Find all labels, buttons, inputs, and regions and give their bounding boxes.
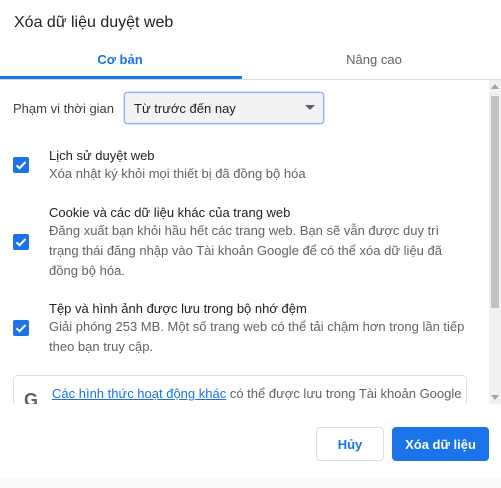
chevron-down-icon bbox=[305, 105, 315, 110]
footer-divider bbox=[0, 404, 501, 405]
time-range-label: Phạm vi thời gian bbox=[13, 101, 115, 116]
account-notice-text: Các hình thức hoạt động khác có thể được… bbox=[52, 386, 462, 401]
scroll-down-arrow-icon[interactable] bbox=[491, 395, 499, 400]
browsing-history-checkbox[interactable] bbox=[13, 157, 29, 173]
content-scrollbar[interactable] bbox=[489, 80, 501, 404]
account-activity-notice: G Các hình thức hoạt động khác có thể đư… bbox=[13, 375, 467, 404]
checkmark-icon bbox=[15, 161, 27, 170]
cancel-button[interactable]: Hủy bbox=[316, 427, 384, 461]
google-g-icon: G bbox=[24, 390, 39, 404]
dialog-bottom-edge bbox=[0, 478, 501, 488]
time-range-value: Từ trước đến nay bbox=[134, 101, 236, 116]
browsing-history-title: Lịch sử duyệt web bbox=[49, 148, 155, 163]
dialog-title: Xóa dữ liệu duyệt web bbox=[14, 14, 174, 31]
scrollbar-thumb[interactable] bbox=[491, 96, 499, 308]
browsing-history-description: Xóa nhật ký khỏi mọi thiết bị đã đồng bộ… bbox=[49, 166, 306, 181]
checkmark-icon bbox=[15, 238, 27, 247]
scroll-up-arrow-icon[interactable] bbox=[491, 84, 499, 89]
time-range-select[interactable]: Từ trước đến nay bbox=[124, 92, 324, 124]
clear-data-button[interactable]: Xóa dữ liệu bbox=[392, 427, 489, 461]
cache-description: Giải phóng 253 MB. Một số trang web có t… bbox=[49, 319, 465, 354]
cookies-title: Cookie và các dữ liệu khác của trang web bbox=[49, 205, 291, 220]
checkmark-icon bbox=[15, 324, 27, 333]
other-activity-link[interactable]: Các hình thức hoạt động khác bbox=[52, 386, 226, 401]
cache-title: Tệp và hình ảnh được lưu trong bộ nhớ đệ… bbox=[49, 301, 307, 316]
cookies-description: Đăng xuất bạn khỏi hầu hết các trang web… bbox=[49, 223, 442, 278]
tab-basic[interactable]: Cơ bản bbox=[0, 52, 240, 78]
dialog-content: Phạm vi thời gian Từ trước đến nay Lịch … bbox=[0, 80, 489, 404]
account-notice-suffix: có thể được lưu trong Tài khoản Google bbox=[226, 386, 462, 401]
cache-checkbox[interactable] bbox=[13, 320, 29, 336]
tab-advanced[interactable]: Nâng cao bbox=[254, 52, 494, 78]
cookies-checkbox[interactable] bbox=[13, 234, 29, 250]
